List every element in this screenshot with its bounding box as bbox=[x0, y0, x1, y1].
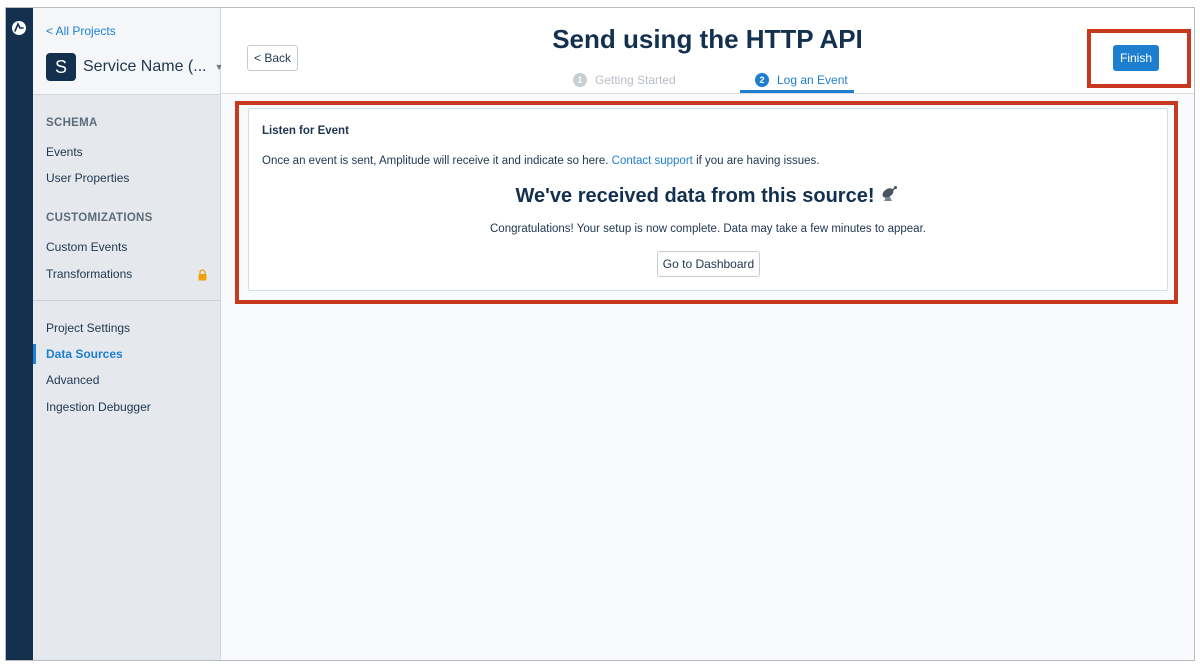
wizard-steps: 1 Getting Started 2 Log an Event bbox=[221, 68, 1194, 94]
active-step-indicator bbox=[740, 90, 854, 93]
listen-for-event-card: Listen for Event Once an event is sent, … bbox=[248, 108, 1168, 291]
sidebar-item-events[interactable]: Events bbox=[33, 142, 220, 162]
contact-support-link[interactable]: Contact support bbox=[612, 155, 693, 167]
card-description: Once an event is sent, Amplitude will re… bbox=[262, 155, 819, 167]
sidebar-item-label: Transformations bbox=[46, 267, 133, 281]
step-getting-started[interactable]: 1 Getting Started bbox=[573, 68, 676, 92]
finish-button[interactable]: Finish bbox=[1113, 45, 1159, 71]
step-number: 2 bbox=[755, 73, 769, 87]
project-name: Service Name (... bbox=[83, 58, 207, 75]
card-title: Listen for Event bbox=[262, 125, 349, 137]
step-log-an-event[interactable]: 2 Log an Event bbox=[755, 68, 848, 92]
received-heading-text: We've received data from this source! bbox=[515, 185, 875, 207]
amplitude-logo-icon[interactable] bbox=[12, 21, 26, 35]
section-title-customizations: CUSTOMIZATIONS bbox=[46, 212, 153, 224]
app-rail bbox=[6, 8, 33, 660]
desc-text: Once an event is sent, Amplitude will re… bbox=[262, 155, 609, 167]
step-label: Getting Started bbox=[595, 73, 676, 87]
sidebar-header: < All Projects S Service Name (... ▼ bbox=[33, 8, 224, 95]
sidebar-item-custom-events[interactable]: Custom Events bbox=[33, 237, 220, 257]
go-to-dashboard-button[interactable]: Go to Dashboard bbox=[657, 251, 760, 277]
satellite-antenna-icon bbox=[880, 184, 900, 207]
sidebar-item-advanced[interactable]: Advanced bbox=[33, 370, 220, 390]
page-title: Send using the HTTP API bbox=[552, 24, 863, 54]
main-content: < Back Send using the HTTP API 1 Getting… bbox=[221, 8, 1194, 660]
sidebar-divider bbox=[33, 300, 220, 301]
sidebar-item-transformations[interactable]: Transformations bbox=[33, 264, 220, 284]
sidebar: < All Projects S Service Name (... ▼ SCH… bbox=[33, 8, 224, 660]
sidebar-item-ingestion-debugger[interactable]: Ingestion Debugger bbox=[33, 397, 220, 417]
project-selector[interactable]: S Service Name (... ▼ bbox=[46, 53, 224, 81]
project-avatar: S bbox=[46, 53, 76, 81]
lock-icon bbox=[198, 267, 207, 281]
congratulations-text: Congratulations! Your setup is now compl… bbox=[490, 223, 926, 235]
sidebar-item-data-sources[interactable]: Data Sources bbox=[33, 344, 220, 364]
received-heading: We've received data from this source! bbox=[249, 184, 1167, 208]
sidebar-item-user-properties[interactable]: User Properties bbox=[33, 168, 220, 188]
desc-text: if you are having issues. bbox=[696, 155, 820, 167]
section-title-schema: SCHEMA bbox=[46, 117, 98, 129]
step-number: 1 bbox=[573, 73, 587, 87]
app-window: < All Projects S Service Name (... ▼ SCH… bbox=[5, 7, 1195, 661]
wizard-header: < Back Send using the HTTP API 1 Getting… bbox=[221, 8, 1194, 94]
all-projects-link[interactable]: < All Projects bbox=[46, 24, 116, 38]
sidebar-item-project-settings[interactable]: Project Settings bbox=[33, 318, 220, 338]
step-label: Log an Event bbox=[777, 73, 848, 87]
